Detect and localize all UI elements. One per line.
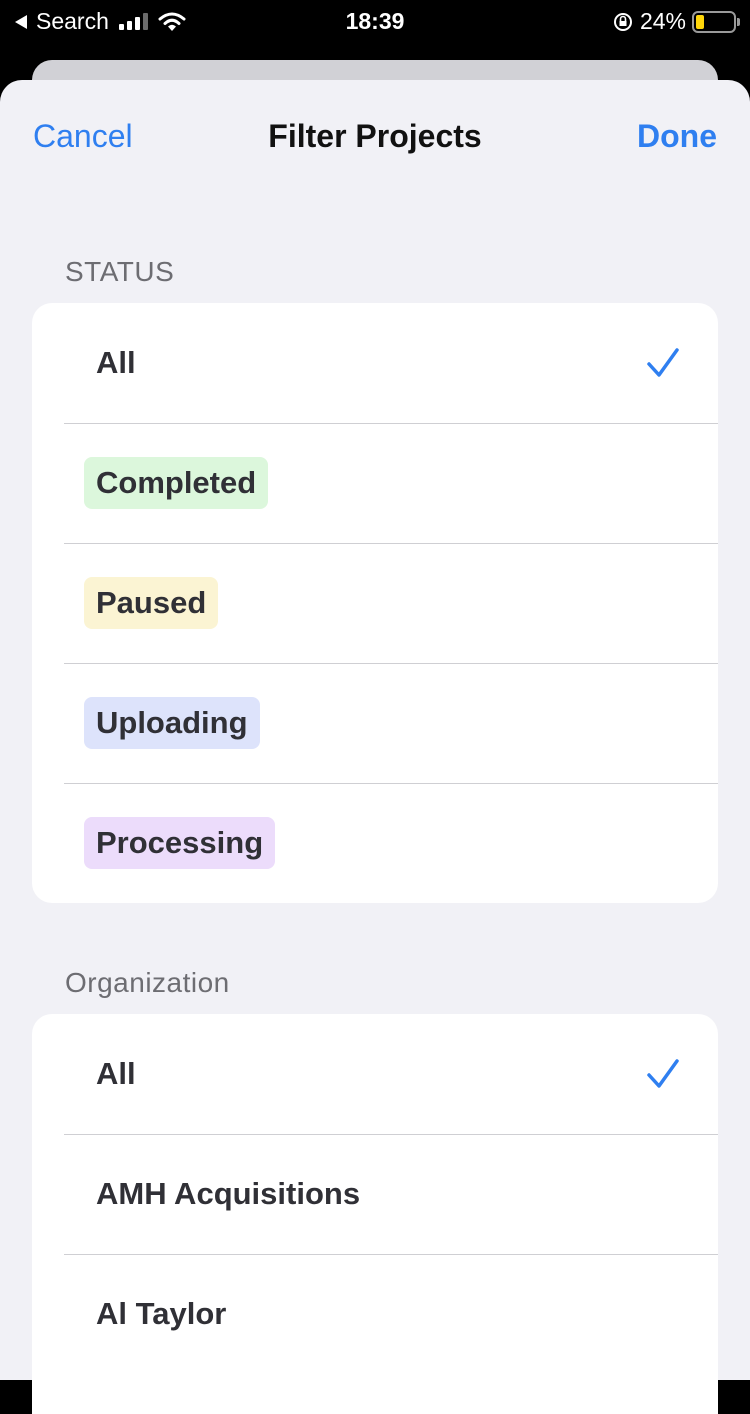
- checkmark-icon: [647, 348, 679, 377]
- status-bar: Search 18:39 24%: [0, 0, 750, 42]
- status-list: All Completed Paused Uploading Processin…: [32, 303, 718, 903]
- status-option-paused[interactable]: Paused: [32, 543, 718, 663]
- org-option-amh-acquisitions[interactable]: AMH Acquisitions: [32, 1134, 718, 1254]
- battery-percent: 24%: [639, 8, 686, 34]
- status-option-processing[interactable]: Processing: [32, 783, 718, 903]
- done-button[interactable]: Done: [637, 118, 717, 155]
- nav-bar: Cancel Filter Projects Done: [0, 80, 750, 192]
- status-pill-processing: Processing: [84, 817, 276, 869]
- org-option-label: AMH Acquisitions: [96, 1176, 361, 1211]
- status-pill-uploading: Uploading: [84, 697, 260, 749]
- status-section-header: STATUS: [65, 256, 175, 287]
- org-option-label: All: [96, 1056, 136, 1091]
- organization-section-header: Organization: [65, 967, 230, 998]
- org-option-al-taylor[interactable]: Al Taylor: [32, 1254, 718, 1374]
- org-option-all[interactable]: All: [32, 1014, 718, 1134]
- orientation-lock-icon: [613, 12, 632, 31]
- status-pill-completed: Completed: [84, 457, 269, 509]
- status-option-completed[interactable]: Completed: [32, 423, 718, 543]
- status-pill-paused: Paused: [84, 577, 219, 629]
- organization-list: All AMH Acquisitions Al Taylor: [32, 1014, 718, 1414]
- filter-sheet: Cancel Filter Projects Done STATUS All C…: [0, 80, 750, 1414]
- status-option-uploading[interactable]: Uploading: [32, 663, 718, 783]
- status-option-label: All: [96, 345, 136, 380]
- checkmark-icon: [647, 1059, 679, 1088]
- org-option-label: Al Taylor: [96, 1296, 227, 1331]
- status-option-all[interactable]: All: [32, 303, 718, 423]
- status-right: 24%: [612, 8, 740, 35]
- battery-icon: [692, 10, 740, 33]
